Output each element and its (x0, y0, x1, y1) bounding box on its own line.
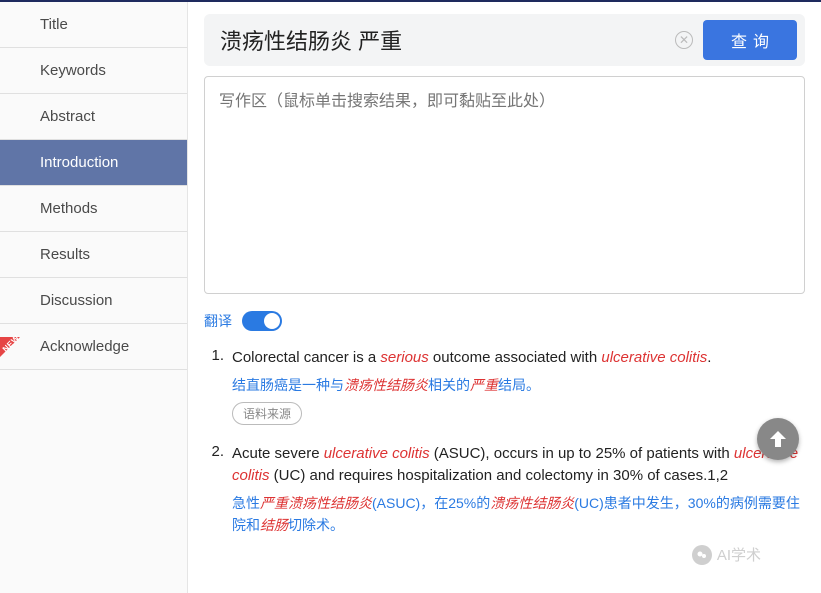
source-button[interactable]: 语料来源 (232, 402, 302, 425)
result-chinese: 结直肠癌是一种与溃疡性结肠炎相关的严重结局。 (232, 374, 801, 396)
search-input[interactable] (212, 23, 675, 57)
new-badge: NEW (0, 337, 20, 357)
result-english: Acute severe ulcerative colitis (ASUC), … (232, 443, 801, 488)
sidebar-item-label: Keywords (40, 62, 106, 79)
result-item[interactable]: 1.Colorectal cancer is a serious outcome… (208, 347, 801, 425)
writing-area[interactable] (204, 76, 805, 294)
result-body: Colorectal cancer is a serious outcome a… (232, 347, 801, 425)
clear-icon[interactable]: ✕ (675, 31, 693, 49)
sidebar-item-results[interactable]: Results (0, 232, 187, 278)
results-list: 1.Colorectal cancer is a serious outcome… (204, 339, 805, 543)
search-button[interactable]: 查询 (703, 20, 797, 60)
sidebar-item-label: Discussion (40, 292, 113, 309)
translate-toggle[interactable] (242, 311, 282, 331)
result-english: Colorectal cancer is a serious outcome a… (232, 347, 801, 370)
sidebar-item-discussion[interactable]: Discussion (0, 278, 187, 324)
sidebar-item-abstract[interactable]: Abstract (0, 94, 187, 140)
sidebar-item-title[interactable]: Title (0, 2, 187, 48)
translate-label: 翻译 (204, 311, 232, 331)
sidebar-item-label: Title (40, 16, 68, 33)
main-content: ✕ 查询 翻译 1.Colorectal cancer is a serious… (188, 2, 821, 593)
sidebar-item-acknowledge[interactable]: NEW Acknowledge (0, 324, 187, 370)
result-chinese: 急性严重溃疡性结肠炎(ASUC)，在25%的溃疡性结肠炎(UC)患者中发生，30… (232, 492, 801, 537)
sidebar-item-label: Methods (40, 200, 98, 217)
sidebar-item-label: Acknowledge (40, 338, 129, 355)
result-number: 1. (208, 347, 232, 425)
sidebar: Title Keywords Abstract Introduction Methods… (0, 2, 188, 593)
sidebar-item-methods[interactable]: Methods (0, 186, 187, 232)
result-item[interactable]: 2.Acute severe ulcerative colitis (ASUC)… (208, 443, 801, 543)
sidebar-item-label: Abstract (40, 108, 95, 125)
translate-row: 翻译 (204, 297, 805, 339)
sidebar-item-label: Results (40, 246, 90, 263)
result-number: 2. (208, 443, 232, 543)
sidebar-item-keywords[interactable]: Keywords (0, 48, 187, 94)
search-bar: ✕ 查询 (204, 14, 805, 66)
sidebar-item-label: Introduction (40, 154, 118, 171)
sidebar-item-introduction[interactable]: Introduction (0, 140, 187, 186)
result-body: Acute severe ulcerative colitis (ASUC), … (232, 443, 801, 543)
arrow-up-icon (766, 427, 790, 451)
scroll-top-button[interactable] (757, 418, 799, 460)
